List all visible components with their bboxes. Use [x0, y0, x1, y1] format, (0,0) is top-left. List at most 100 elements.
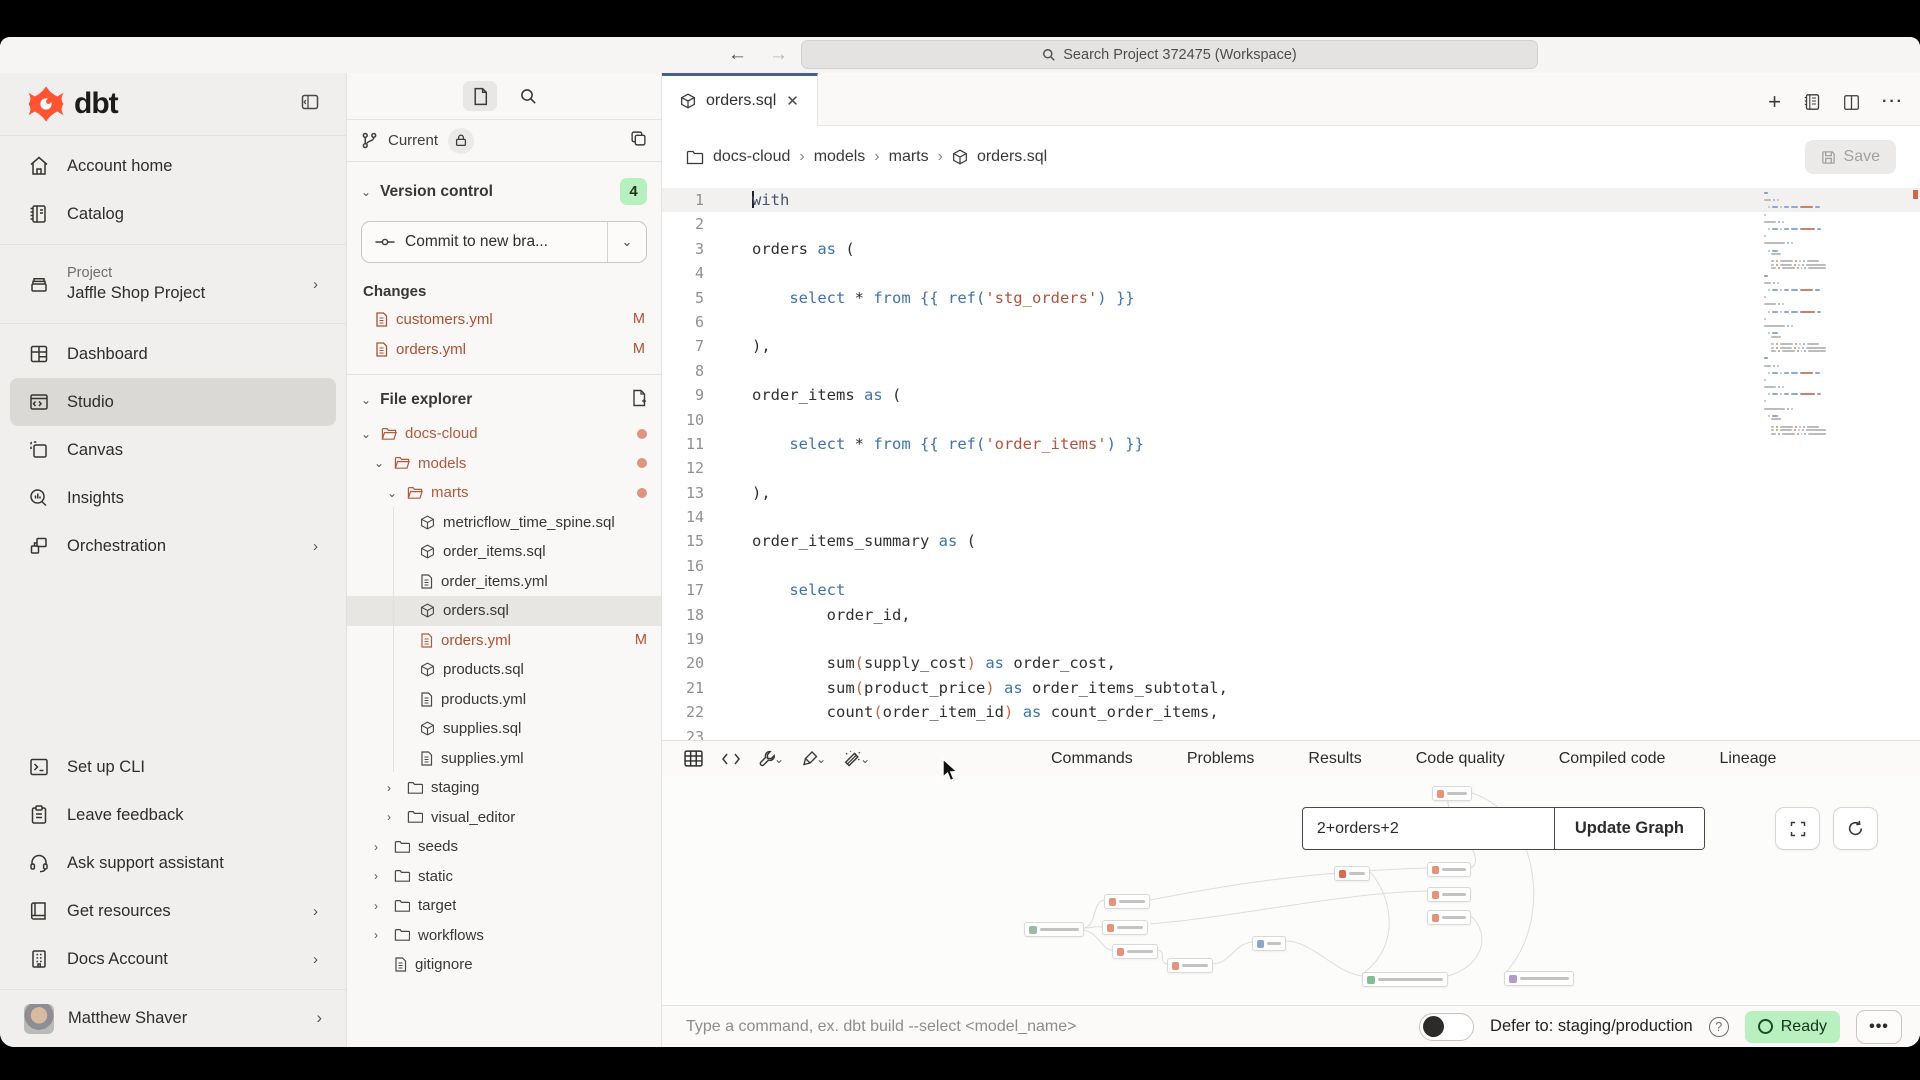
command-input[interactable]: Type a command, ex. dbt build --select <… — [686, 1018, 1403, 1036]
fullscreen-button[interactable] — [1775, 807, 1820, 850]
refresh-button[interactable] — [1833, 807, 1878, 850]
code-line-11[interactable]: 11 select * from {{ ref('order_items') }… — [662, 432, 1920, 456]
tree-file-orders-yml[interactable]: orders.ymlM — [347, 626, 661, 656]
sidebar-item-orchestration[interactable]: Orchestration› — [10, 522, 336, 570]
tree-file-gitignore[interactable]: gitignore — [347, 950, 661, 980]
code-icon[interactable] — [721, 752, 741, 766]
lineage-node[interactable] — [1024, 922, 1084, 937]
tree-folder-marts[interactable]: ⌄marts — [347, 478, 661, 508]
sidebar-item-set-up-cli[interactable]: Set up CLI — [10, 743, 336, 791]
chevron-down-icon[interactable]: ⌄ — [361, 393, 371, 407]
code-line-23[interactable]: 23 — [662, 725, 1920, 740]
changed-file-customers-yml[interactable]: customers.ymlM — [347, 304, 661, 334]
code-line-18[interactable]: 18 order_id, — [662, 603, 1920, 627]
tree-folder-workflows[interactable]: ›workflows — [347, 921, 661, 951]
tree-folder-models[interactable]: ⌄models — [347, 449, 661, 479]
build-tools-button[interactable]: ⌄ — [759, 750, 784, 767]
breadcrumb-item[interactable]: docs-cloud — [713, 148, 790, 166]
code-line-7[interactable]: 7), — [662, 334, 1920, 358]
lineage-node[interactable] — [1427, 887, 1471, 902]
lineage-node[interactable] — [1504, 971, 1574, 986]
files-view-button[interactable] — [463, 81, 497, 111]
sidebar-item-catalog[interactable]: Catalog — [10, 190, 336, 238]
minimap[interactable] — [1764, 192, 1826, 440]
code-editor[interactable]: 1with23orders as (45 select * from {{ re… — [662, 188, 1920, 740]
lineage-node[interactable] — [1104, 894, 1150, 909]
user-menu[interactable]: Matthew Shaver › — [0, 989, 346, 1047]
editor-scrollbar[interactable] — [1911, 188, 1918, 740]
file-explorer-title[interactable]: File explorer — [380, 391, 472, 409]
new-file-icon[interactable] — [631, 389, 647, 411]
tree-file-metricflow-time-spine-sql[interactable]: metricflow_time_spine.sql — [347, 508, 661, 538]
sidebar-item-get-resources[interactable]: Get resources› — [10, 887, 336, 935]
code-line-16[interactable]: 16 — [662, 554, 1920, 578]
tree-file-supplies-sql[interactable]: supplies.sql — [347, 714, 661, 744]
sidebar-item-insights[interactable]: Insights — [10, 474, 336, 522]
chevron-down-icon[interactable]: ⌄ — [361, 185, 371, 199]
code-line-13[interactable]: 13), — [662, 481, 1920, 505]
sidebar-item-account-home[interactable]: Account home — [10, 142, 336, 190]
code-line-12[interactable]: 12 — [662, 456, 1920, 480]
code-line-20[interactable]: 20 sum(supply_cost) as order_cost, — [662, 651, 1920, 675]
code-line-14[interactable]: 14 — [662, 505, 1920, 529]
lineage-node[interactable] — [1427, 910, 1471, 925]
lineage-node[interactable] — [1362, 972, 1448, 987]
back-button[interactable]: ← — [728, 44, 747, 66]
panel-tab-compiled-code[interactable]: Compiled code — [1532, 741, 1693, 777]
code-line-2[interactable]: 2 — [662, 212, 1920, 236]
ai-assist-button[interactable]: ⌄ — [844, 750, 870, 767]
notebook-icon[interactable] — [1803, 93, 1821, 111]
tree-folder-docs-cloud[interactable]: ⌄docs-cloud — [347, 419, 661, 449]
format-button[interactable]: ⌄ — [802, 750, 826, 767]
version-control-title[interactable]: Version control — [380, 183, 493, 201]
collapse-sidebar-icon[interactable] — [300, 92, 320, 117]
tree-file-order-items-sql[interactable]: order_items.sql — [347, 537, 661, 567]
save-button[interactable]: Save — [1805, 140, 1896, 174]
tree-file-products-sql[interactable]: products.sql — [347, 655, 661, 685]
panel-tab-commands[interactable]: Commands — [1024, 741, 1160, 777]
lineage-node[interactable] — [1252, 936, 1286, 951]
code-line-6[interactable]: 6 — [662, 310, 1920, 334]
sidebar-item-jaffle-shop-project[interactable]: ProjectJaffle Shop Project› — [10, 251, 336, 317]
code-line-8[interactable]: 8 — [662, 359, 1920, 383]
panel-tab-code-quality[interactable]: Code quality — [1389, 741, 1532, 777]
code-line-21[interactable]: 21 sum(product_price) as order_items_sub… — [662, 676, 1920, 700]
lineage-node[interactable] — [1102, 920, 1148, 935]
tree-file-products-yml[interactable]: products.yml — [347, 685, 661, 715]
breadcrumb-item[interactable]: marts — [889, 148, 929, 166]
sidebar-item-canvas[interactable]: Canvas — [10, 426, 336, 474]
sidebar-item-docs-account[interactable]: Docs Account› — [10, 935, 336, 983]
lineage-selector-input[interactable]: 2+orders+2 — [1303, 808, 1555, 849]
tab-orders-sql[interactable]: orders.sql ✕ — [662, 73, 818, 126]
update-graph-button[interactable]: Update Graph — [1555, 808, 1704, 849]
lineage-node[interactable] — [1334, 866, 1370, 881]
project-search-input[interactable]: Search Project 372475 (Workspace) — [801, 40, 1538, 69]
sidebar-item-dashboard[interactable]: Dashboard — [10, 330, 336, 378]
code-line-4[interactable]: 4 — [662, 261, 1920, 285]
close-tab-icon[interactable]: ✕ — [786, 92, 799, 110]
sidebar-item-ask-support-assistant[interactable]: Ask support assistant — [10, 839, 336, 887]
table-icon[interactable] — [684, 750, 703, 767]
lineage-node[interactable] — [1167, 958, 1213, 973]
code-line-10[interactable]: 10 — [662, 408, 1920, 432]
copy-icon[interactable] — [630, 130, 647, 151]
lineage-node[interactable] — [1432, 786, 1472, 801]
breadcrumb-item[interactable]: models — [814, 148, 866, 166]
commit-button[interactable]: Commit to new bra... — [362, 222, 608, 262]
defer-toggle[interactable] — [1419, 1013, 1474, 1041]
tree-file-orders-sql[interactable]: orders.sql — [347, 596, 661, 626]
tree-folder-visual-editor[interactable]: ›visual_editor — [347, 803, 661, 833]
more-actions-button[interactable]: ••• — [1856, 1010, 1902, 1044]
panel-tab-lineage[interactable]: Lineage — [1692, 741, 1803, 777]
code-line-22[interactable]: 22 count(order_item_id) as count_order_i… — [662, 700, 1920, 724]
help-icon[interactable]: ? — [1709, 1017, 1729, 1037]
search-files-button[interactable] — [511, 81, 545, 111]
sidebar-item-studio[interactable]: Studio — [10, 378, 336, 426]
tree-folder-staging[interactable]: ›staging — [347, 773, 661, 803]
code-line-9[interactable]: 9order_items as ( — [662, 383, 1920, 407]
commit-dropdown-button[interactable]: ⌄ — [608, 222, 646, 262]
tree-file-supplies-yml[interactable]: supplies.yml — [347, 744, 661, 774]
lineage-node[interactable] — [1112, 944, 1158, 959]
more-options-icon[interactable]: ··· — [1882, 93, 1904, 111]
changed-file-orders-yml[interactable]: orders.ymlM — [347, 334, 661, 364]
